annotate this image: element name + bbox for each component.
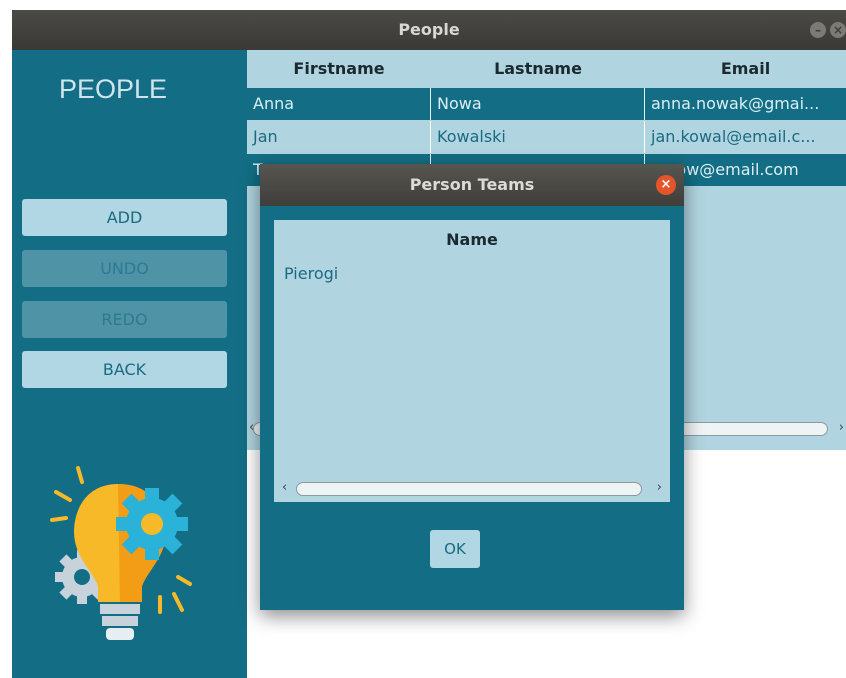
- close-icon[interactable]: ×: [656, 175, 676, 195]
- cell-lastname: Kowalski: [431, 121, 645, 153]
- back-button[interactable]: BACK: [22, 351, 227, 388]
- redo-button[interactable]: REDO: [22, 301, 227, 338]
- teams-table: Name Pierogi ‹ ›: [274, 220, 670, 502]
- scrollbar-thumb[interactable]: [296, 482, 642, 496]
- cell-lastname: Nowa: [431, 88, 645, 120]
- table-row[interactable]: Anna Nowa anna.nowak@gmai...: [247, 88, 846, 120]
- ok-button[interactable]: OK: [430, 530, 480, 568]
- dialog-title: Person Teams: [409, 175, 535, 194]
- sidebar-heading: PEOPLE: [58, 74, 168, 104]
- table-header: Firstname Lastname Email: [247, 50, 846, 87]
- add-button[interactable]: ADD: [22, 199, 227, 236]
- window-title: People: [398, 20, 460, 39]
- column-header-lastname[interactable]: Lastname: [431, 50, 645, 87]
- column-header-name[interactable]: Name: [274, 220, 670, 260]
- scroll-right-icon[interactable]: ›: [839, 420, 844, 435]
- undo-button[interactable]: UNDO: [22, 250, 227, 287]
- dialog-title-bar: Person Teams ×: [260, 164, 684, 206]
- minimize-icon[interactable]: –: [810, 22, 826, 38]
- scroll-right-icon[interactable]: ›: [657, 480, 662, 495]
- cell-email: anna.nowak@gmai...: [651, 94, 820, 113]
- cell-firstname: Jan: [247, 121, 431, 153]
- teams-horizontal-scrollbar[interactable]: ‹ ›: [274, 476, 670, 502]
- close-window-icon[interactable]: ×: [830, 22, 846, 38]
- person-teams-dialog: Person Teams × Name Pierogi ‹ › OK: [260, 164, 684, 610]
- table-row[interactable]: Jan Kowalski jan.kowal@email.c...: [247, 121, 846, 153]
- lightbulb-gears-icon: [50, 466, 192, 640]
- sidebar: PEOPLE ADD UNDO REDO BACK: [12, 50, 247, 678]
- scroll-left-icon[interactable]: ‹: [282, 480, 287, 495]
- app-window: People – × PEOPLE ADD UNDO REDO BACK Fir…: [12, 10, 846, 678]
- cell-email: jan.kowal@email.c...: [651, 127, 816, 146]
- cell-firstname: Anna: [247, 88, 431, 120]
- title-bar: People – ×: [12, 10, 846, 50]
- list-item[interactable]: Pierogi: [284, 264, 338, 283]
- column-header-email[interactable]: Email: [645, 50, 846, 87]
- column-header-firstname[interactable]: Firstname: [247, 50, 431, 87]
